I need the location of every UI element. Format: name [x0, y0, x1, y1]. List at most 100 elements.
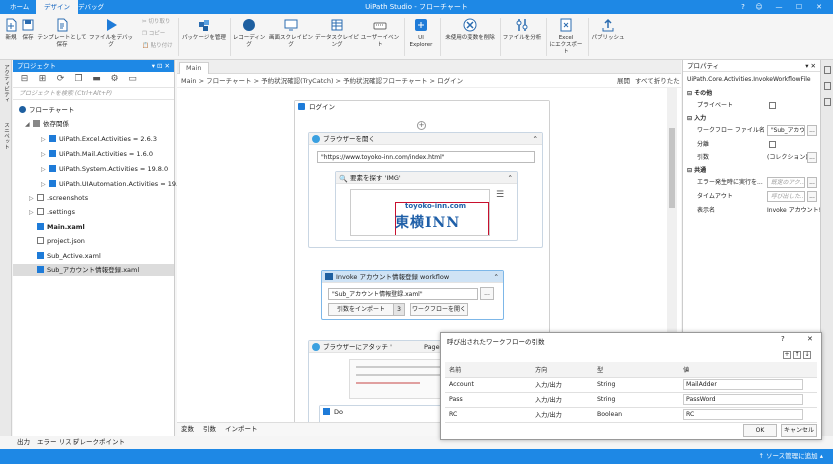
arg-type[interactable]: String	[593, 377, 679, 393]
tab-arguments[interactable]: 引数	[203, 423, 216, 436]
table-row[interactable]: Pass 入力/出力 String PassWord	[445, 392, 817, 408]
user-events-button[interactable]: ユーザーイベント	[360, 18, 400, 49]
url-input[interactable]: "https://www.toyoko-inn.com/index.html"	[317, 151, 535, 163]
move-down-icon[interactable]: ↓	[803, 351, 811, 359]
manage-packages-button[interactable]: パッケージを管理	[182, 18, 226, 42]
arg-type[interactable]: String	[593, 392, 679, 408]
arg-type[interactable]: Boolean	[593, 407, 679, 423]
open-browser-activity[interactable]: ブラウザーを開く ⌃ "https://www.toyoko-inn.com/i…	[308, 132, 543, 248]
properties-panel-icon[interactable]	[824, 66, 831, 74]
tab-breakpoints[interactable]: ブレークポイント	[73, 436, 125, 448]
copy-button[interactable]: ❐ コピー	[142, 30, 165, 39]
help-icon[interactable]: ?	[781, 335, 785, 343]
scroll-thumb[interactable]	[669, 128, 675, 208]
feedback-icon[interactable]: ☺	[752, 0, 766, 14]
open-workflow-button[interactable]: ワークフローを開く	[410, 303, 468, 316]
wf-file-input[interactable]: "Sub_アカウ	[767, 125, 805, 136]
data-scraping-button[interactable]: データスクレイピング	[314, 18, 360, 49]
tree-folder[interactable]: ▷ .screenshots	[29, 194, 88, 203]
collapse-icon[interactable]: ⌃	[494, 271, 499, 283]
arg-direction[interactable]: 入力/出力	[531, 377, 593, 393]
table-row[interactable]: Account 入力/出力 String MailAdder	[445, 377, 817, 393]
group-misc[interactable]: ⊟ その他	[683, 88, 821, 100]
arg-direction[interactable]: 入力/出力	[531, 407, 593, 423]
expand-all-icon[interactable]: ⊞	[37, 74, 48, 85]
recording-button[interactable]: レコーディング	[232, 18, 266, 49]
refresh-icon[interactable]: ⟳	[55, 74, 66, 85]
tab-main[interactable]: Main	[179, 62, 209, 74]
tree-folder[interactable]: ▷ .settings	[29, 208, 75, 217]
tree-file-main[interactable]: Main.xaml	[37, 223, 85, 232]
arg-direction[interactable]: 入力/出力	[531, 392, 593, 408]
save-template-button[interactable]: テンプレートとして保存	[36, 18, 88, 49]
remove-unused-vars-button[interactable]: 未使用の変数を削除	[442, 18, 498, 42]
tree-file[interactable]: Sub_Active.xaml	[37, 252, 101, 261]
help-icon[interactable]: ?	[736, 0, 750, 14]
panel-controls[interactable]: ▾ ⊡ ✕	[152, 60, 170, 72]
open-folder-icon[interactable]: ▭	[127, 74, 138, 85]
find-element-activity[interactable]: 🔍 要素を探す 'IMG' ⌃ toyoko-inn.com 東横INN ☰	[335, 171, 518, 241]
folder-icon[interactable]: ▬	[91, 74, 102, 85]
ok-button[interactable]: OK	[743, 424, 777, 437]
maximize-button[interactable]: ☐	[792, 0, 806, 14]
project-search-input[interactable]: プロジェクトを検索 (Ctrl+Alt+P)	[13, 88, 174, 100]
cut-button[interactable]: ✂ 切り取り	[142, 18, 170, 27]
arg-value-input[interactable]: PassWord	[683, 394, 803, 405]
group-input[interactable]: ⊟ 入力	[683, 113, 821, 125]
export-excel-button[interactable]: Excel にエクスポート	[548, 18, 584, 56]
invoke-workflow-activity[interactable]: Invoke アカウント情報登録 workflow ⌃ "Sub_アカウント情報…	[321, 270, 504, 320]
show-all-files-icon[interactable]: ❐	[73, 74, 84, 85]
expression-button[interactable]: ...	[807, 191, 817, 202]
import-args-button[interactable]: 引数をインポート	[328, 303, 394, 316]
outline-panel-icon[interactable]	[824, 82, 831, 90]
tree-dep[interactable]: ▷ UiPath.Mail.Activities = 1.6.0	[41, 150, 153, 159]
tree-root[interactable]: フローチャート	[19, 106, 74, 115]
expression-button[interactable]: ...	[807, 177, 817, 188]
tree-dep[interactable]: ▷ UiPath.Excel.Activities = 2.6.3	[41, 135, 157, 144]
private-checkbox[interactable]	[769, 102, 776, 109]
tree-dep[interactable]: ▷ UiPath.System.Activities = 19.8.0	[41, 165, 168, 174]
breadcrumb-path[interactable]: Main > フローチャート > 予約状況確認(TryCatch) > 予約状況…	[181, 77, 463, 85]
add-activity-icon[interactable]: +	[417, 121, 426, 130]
tab-imports[interactable]: インポート	[225, 423, 258, 436]
settings-gear-icon[interactable]: ⚙	[109, 74, 120, 85]
minimize-button[interactable]: —	[772, 0, 786, 14]
cancel-button[interactable]: キャンセル	[781, 424, 817, 437]
panel-controls[interactable]: ▾ ✕	[805, 60, 816, 72]
ui-explorer-button[interactable]: UI Explorer	[406, 18, 436, 49]
group-common[interactable]: ⊟ 共通	[683, 165, 821, 177]
workflow-file-input[interactable]: "Sub_アカウント情報登録.xaml"	[328, 288, 478, 300]
add-to-source-control[interactable]: ↑ ソース管理に追加 ▴	[758, 449, 823, 464]
table-row[interactable]: RC 入力/出力 Boolean RC	[445, 407, 817, 423]
tree-file[interactable]: project.json	[37, 237, 85, 246]
tab-variables[interactable]: 変数	[181, 423, 194, 436]
timeout-input[interactable]: 呼び出した...	[767, 191, 805, 202]
isolated-checkbox[interactable]	[769, 141, 776, 148]
tab-home[interactable]: ホーム	[2, 0, 37, 14]
new-button[interactable]: 新規	[2, 18, 20, 42]
tab-error-list[interactable]: エラー リスト	[37, 436, 78, 448]
collapse-icon[interactable]: ⌃	[508, 172, 513, 184]
display-name-value[interactable]: Invoke アカウント!	[767, 205, 821, 217]
browse-button[interactable]: ...	[480, 287, 494, 300]
close-icon[interactable]: ✕	[807, 335, 813, 343]
tab-output[interactable]: 出力	[17, 436, 30, 448]
browse-button[interactable]: ...	[807, 125, 817, 136]
arg-value-input[interactable]: MailAdder	[683, 379, 803, 390]
collapse-icon[interactable]: ⌃	[533, 133, 538, 145]
expand-link[interactable]: 展開	[617, 74, 630, 88]
save-button[interactable]: 保存	[20, 18, 36, 42]
debug-file-button[interactable]: ファイルをデバッグ	[88, 18, 134, 49]
snippets-panel-tab[interactable]: スニペット	[2, 122, 10, 150]
menu-icon[interactable]: ☰	[496, 190, 504, 200]
analyze-file-button[interactable]: ファイルを分析	[502, 18, 542, 42]
tree-dependencies[interactable]: ◢ 依存関係	[25, 120, 69, 129]
tree-file-selected[interactable]: Sub_アカウント情報登録.xaml	[13, 264, 174, 276]
paste-button[interactable]: 📋 貼り付け	[142, 42, 173, 51]
arg-value-input[interactable]: RC	[683, 409, 803, 420]
close-button[interactable]: ✕	[812, 0, 826, 14]
collapse-all-icon[interactable]: ⊟	[19, 74, 30, 85]
add-row-icon[interactable]: +	[783, 351, 791, 359]
object-repo-icon[interactable]	[824, 98, 831, 106]
continue-on-error-input[interactable]: 既定のアク...	[767, 177, 805, 188]
